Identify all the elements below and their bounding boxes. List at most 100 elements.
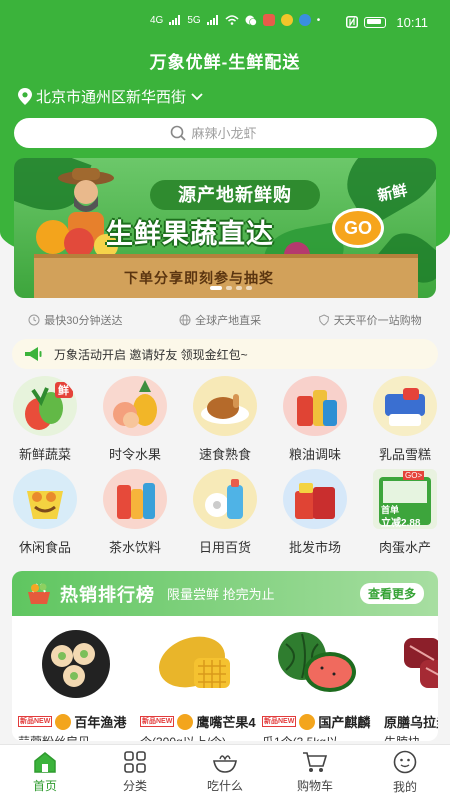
product-name: 百年渔港 [74,715,127,730]
app-notification-icon-3 [298,14,311,26]
category-label: 乳品雪糕 [378,447,431,462]
category-daily-goods[interactable]: 日用百货 [180,469,270,562]
new-badge: 新品NEW [262,716,297,727]
medal-icon [55,713,72,730]
category-label: 日用百货 [198,540,251,555]
shield-icon [318,314,329,326]
signal-bars-icon [169,15,181,25]
carousel-dots [210,286,252,290]
tab-what-to-eat[interactable]: 吃什么 [180,745,270,800]
wechat-icon [245,15,257,26]
feature-label: 最快30分钟送达 [44,315,123,327]
tab-label: 购物车 [296,779,333,793]
tab-label: 吃什么 [206,779,243,793]
category-label: 肉蛋水产 [378,540,431,555]
category-label: 新鲜蔬菜 [18,447,71,462]
location-pin-icon [18,88,32,105]
category-label: 速食熟食 [198,447,251,462]
go-tag: GO> [403,471,425,480]
product-desc: 瓜1个(3.5kg以 [262,733,380,741]
medal-icon [177,713,194,730]
search-bar[interactable] [14,118,437,148]
bottom-tab-bar: 首页 分类 吃什么 购物车 我的 [0,744,450,800]
signal-icon-2: 5G [187,14,201,26]
battery-icon [364,16,387,28]
product-card[interactable]: 原膳乌拉圭 牛腩块 [384,616,438,741]
promo-banner[interactable]: 源产地新鲜购 生鲜果蔬直达 GO 新鲜 下单分享即刻参与抽奖 [14,158,436,298]
search-input[interactable] [191,125,282,141]
daily-goods-icon [193,469,257,529]
category-wholesale[interactable]: 批发市场 [270,469,360,562]
bowl-icon [213,755,237,773]
product-desc: 牛腩块 [384,733,438,741]
product-name: 原膳乌拉圭 [384,715,438,730]
new-badge: 新品NEW [18,716,53,727]
category-label: 时令水果 [108,447,161,462]
app-notification-icon [262,14,275,26]
activity-notice[interactable]: 万象活动开启 邀请好友 领现金红包~ [12,339,438,369]
feature-item: 最快30分钟送达 [28,312,123,328]
location-selector[interactable]: 北京市通州区新华西街 [18,86,204,107]
home-icon [34,752,56,773]
banner-headline-main: 生鲜果蔬直达 [106,219,274,249]
product-card[interactable]: 新品NEW 百年渔港 蒜蓉粉丝扇贝 [18,616,136,741]
product-card[interactable]: 新品NEW 国产麒麟 瓜1个(3.5kg以 [262,616,380,741]
category-drinks[interactable]: 茶水饮料 [90,469,180,562]
tab-cart[interactable]: 购物车 [270,745,360,800]
globe-icon [179,314,191,326]
drinks-icon [103,469,167,529]
status-icons: 4G 5G • [150,14,320,26]
carousel-dot[interactable] [236,286,242,290]
profile-icon [393,750,417,774]
app-notification-icon-2 [280,14,293,26]
feature-item: 天天平价一站购物 [318,312,422,328]
hot-sales-section: 热销排行榜 限量尝鲜 抢完为止 查看更多 新品NEW 百年渔港 蒜蓉粉丝扇贝 新品… [12,571,438,741]
clock: 10:11 [396,14,428,30]
signal-icon: 4G [150,14,164,26]
category-dairy[interactable]: 乳品雪糕 [360,376,450,469]
banner-subline: 下单分享即刻参与抽奖 [124,270,274,286]
carousel-dot[interactable] [210,286,222,290]
feature-strip: 最快30分钟送达 全球产地直采 天天平价一站购物 [0,312,450,328]
dairy-icon [373,376,437,436]
category-fruit[interactable]: 时令水果 [90,376,180,469]
category-cooked-food[interactable]: 速食熟食 [180,376,270,469]
chevron-down-icon [191,92,203,100]
category-snacks[interactable]: 休闲食品 [0,469,90,562]
carousel-dot[interactable] [226,286,232,290]
category-vegetables[interactable]: 鲜 新鲜蔬菜 [0,376,90,469]
carousel-dot[interactable] [246,286,252,290]
product-name: 鹰嘴芒果4 [196,715,256,730]
medal-icon [299,713,316,730]
clock-icon [28,314,40,326]
new-badge: 新品NEW [140,716,175,727]
megaphone-icon [25,347,42,361]
status-bar: 4G 5G • 10:11 [0,0,450,44]
grid-icon [124,751,146,773]
product-image [262,616,380,710]
product-list: 新品NEW百年渔港 蒜蓉粉丝扇贝 新品NEW鹰嘴芒果4 个(300g以上/个) … [12,616,438,741]
tab-profile[interactable]: 我的 [360,745,450,800]
tab-label: 分类 [122,779,147,793]
view-more-button[interactable]: 查看更多 [359,583,424,604]
fruit-icon [103,376,167,436]
category-label: 休闲食品 [18,540,71,555]
category-grain-oil[interactable]: 粮油调味 [270,376,360,469]
category-meat-eggs[interactable]: GO> 首单 立减2.88 肉蛋水产 [360,469,450,562]
nfc-icon [346,16,359,28]
tab-home[interactable]: 首页 [0,745,90,800]
search-icon [170,125,186,141]
wholesale-icon [283,469,347,529]
more-notifications-icon: • [316,14,321,26]
location-text: 北京市通州区新华西街 [36,89,187,106]
category-label: 茶水饮料 [108,540,161,555]
cart-icon [303,752,328,772]
product-image [384,616,438,710]
tab-category[interactable]: 分类 [90,745,180,800]
product-card[interactable]: 新品NEW 鹰嘴芒果4 个(300g以上/个) [140,616,258,741]
feature-label: 天天平价一站购物 [333,315,422,327]
wifi-icon [225,15,239,25]
cooked-food-icon [193,376,257,436]
banner-go-button[interactable]: GO [332,208,384,248]
fresh-tag: 鲜 [58,385,69,397]
